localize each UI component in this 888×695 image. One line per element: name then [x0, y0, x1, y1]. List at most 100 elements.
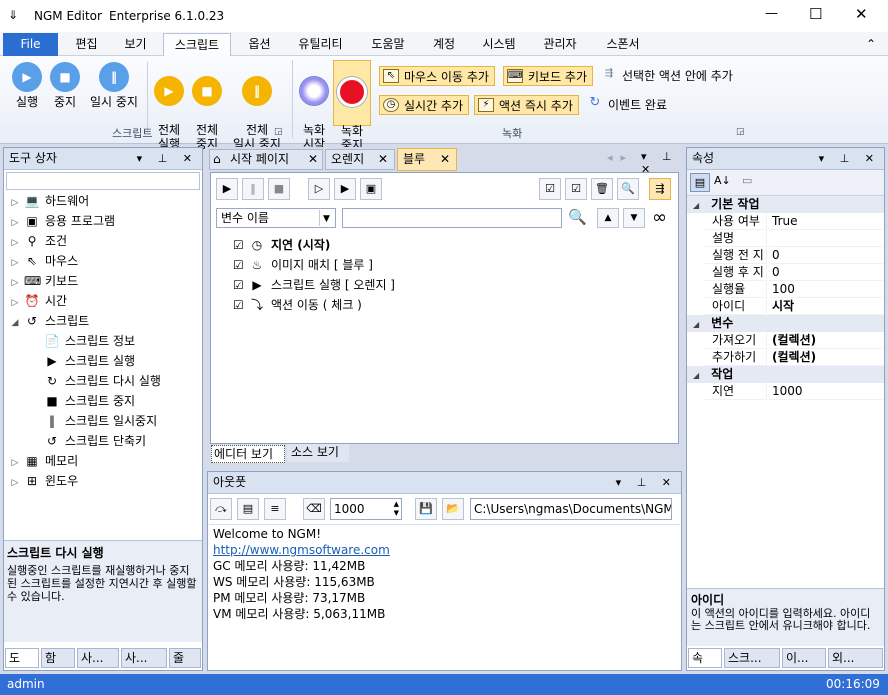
- pause-button[interactable]: ‖ 일시 중지: [84, 62, 144, 109]
- expander-icon[interactable]: ▷: [10, 193, 20, 213]
- property-value[interactable]: [769, 230, 883, 247]
- delete-icon[interactable]: 🗑: [591, 178, 613, 200]
- search-icon[interactable]: 🔍: [617, 178, 639, 200]
- tree-view-icon[interactable]: ⇶: [649, 178, 671, 200]
- add-action-now-button[interactable]: ⚡ 액션 즉시 추가: [474, 95, 579, 115]
- expander-icon[interactable]: ▷: [10, 273, 20, 293]
- collapse-icon[interactable]: ◢: [693, 371, 699, 380]
- toolbox-item[interactable]: ▷ 💻 하드웨어: [10, 191, 90, 213]
- menu-tab-admin[interactable]: 관리자: [534, 33, 586, 56]
- bottom-tab-line[interactable]: 줄: [169, 648, 201, 668]
- toolbox-item[interactable]: ▷ ▣ 응용 프로그램: [10, 211, 116, 233]
- tab-orange[interactable]: 오렌지 ✕: [325, 149, 395, 170]
- sort-alpha-icon[interactable]: A↓: [714, 174, 731, 187]
- loop-icon[interactable]: ∞: [652, 207, 667, 228]
- stop-button[interactable]: ■ 중지: [46, 62, 84, 109]
- maximize-button[interactable]: ☐: [809, 5, 822, 23]
- action-checkbox[interactable]: ☑: [233, 235, 247, 255]
- bottom-tab-user[interactable]: 사...: [77, 648, 119, 668]
- toolbox-item[interactable]: ▷ ▦ 메모리: [10, 451, 79, 473]
- toolbox-item[interactable]: ‖ 스크립트 일시중지: [44, 411, 157, 431]
- bottom-tab-user-function[interactable]: 사...: [121, 648, 167, 668]
- action-item[interactable]: ☑ ▶ 스크립트 실행 [ 오렌지 ]: [233, 275, 395, 295]
- tab-blue[interactable]: 블루 ✕: [397, 148, 457, 171]
- menu-tab-edit[interactable]: 편집: [64, 33, 109, 56]
- bottom-tab-script[interactable]: 스크...: [724, 648, 780, 668]
- stop-icon[interactable]: ■: [268, 178, 290, 200]
- bottom-tab-image[interactable]: 이...: [782, 648, 826, 668]
- run-button[interactable]: ▶ 실행: [8, 62, 46, 109]
- variable-select[interactable]: 변수 이름 ▼: [216, 208, 336, 228]
- stop-all-button[interactable]: ■ 전체 중지: [188, 62, 226, 151]
- bottom-tab-toolbox[interactable]: 도: [5, 648, 39, 668]
- property-pages-icon[interactable]: ▭: [742, 174, 752, 187]
- property-value[interactable]: 0: [769, 264, 883, 281]
- close-button[interactable]: ✕: [855, 5, 868, 23]
- log-path-field[interactable]: C:\Users\ngmas\Documents\NGM6\: [470, 498, 672, 520]
- record-stop-button[interactable]: 녹화 중지: [333, 60, 371, 152]
- save-icon[interactable]: 💾: [415, 498, 437, 520]
- panel-buttons[interactable]: ▾ ⊥ ✕: [819, 148, 880, 169]
- close-tab-icon[interactable]: ✕: [440, 149, 450, 169]
- expander-icon[interactable]: ▷: [10, 233, 20, 253]
- toolbox-item[interactable]: ▷ ⚲ 조건: [10, 231, 68, 253]
- add-realtime-button[interactable]: ◷ 실시간 추가: [379, 95, 470, 115]
- system-menu-icon[interactable]: ⇓: [8, 8, 18, 22]
- tab-source-view[interactable]: 소스 보기: [287, 444, 349, 462]
- property-value[interactable]: (컬렉션): [769, 332, 883, 349]
- property-value[interactable]: 시작: [769, 298, 883, 315]
- menu-tab-script[interactable]: 스크립트: [163, 33, 231, 56]
- run-all-button[interactable]: ▶ 전체 실행: [150, 62, 188, 151]
- delay-stepper[interactable]: 1000 ▲ ▼: [330, 498, 402, 520]
- expander-icon[interactable]: ▷: [10, 213, 20, 233]
- close-tab-icon[interactable]: ✕: [378, 150, 388, 169]
- check-all-icon[interactable]: ☑: [539, 178, 561, 200]
- pause-all-button[interactable]: ‖ 전체 일시 중지: [226, 62, 288, 151]
- toolbox-search-input[interactable]: [6, 172, 200, 190]
- expander-icon[interactable]: ▷: [10, 473, 20, 493]
- add-mouse-move-button[interactable]: ⇖ 마우스 이동 추가: [379, 66, 495, 86]
- bottom-tab-function[interactable]: 함: [41, 648, 75, 668]
- categorized-icon[interactable]: ▤: [690, 173, 710, 192]
- toolbox-item[interactable]: 📄 스크립트 정보: [44, 331, 136, 351]
- menu-tab-system[interactable]: 시스템: [474, 33, 524, 56]
- minimize-button[interactable]: —: [765, 6, 778, 21]
- property-value[interactable]: True: [769, 213, 883, 230]
- play-icon[interactable]: ▶: [216, 178, 238, 200]
- action-item[interactable]: ☑ ♨ 이미지 매치 [ 블루 ]: [233, 255, 373, 275]
- toolbox-item[interactable]: ▷ ⇖ 마우스: [10, 251, 79, 273]
- panel-buttons[interactable]: ▾ ⊥ ✕: [137, 148, 198, 169]
- panel-buttons[interactable]: ▾ ⊥ ✕: [616, 472, 677, 493]
- property-value[interactable]: 100: [769, 281, 883, 298]
- toolbox-item[interactable]: ↺ 스크립트 단축키: [44, 431, 146, 451]
- collapse-icon[interactable]: ◢: [693, 201, 699, 210]
- action-checkbox[interactable]: ☑: [233, 255, 247, 275]
- menu-tab-options[interactable]: 옵션: [237, 33, 282, 56]
- editor-search-input[interactable]: [342, 208, 562, 228]
- property-value[interactable]: 1000: [769, 383, 883, 400]
- menu-tab-utility[interactable]: 유틸리티: [288, 33, 353, 56]
- search-icon[interactable]: 🔍: [568, 208, 587, 226]
- property-section[interactable]: ◢ 기본 작업: [687, 196, 884, 213]
- expander-icon[interactable]: ▷: [10, 253, 20, 273]
- collapse-icon[interactable]: ◢: [693, 320, 699, 329]
- file-menu[interactable]: File: [3, 33, 58, 56]
- expander-icon[interactable]: ▷: [10, 453, 20, 473]
- action-item[interactable]: ☑ ⤵ 액션 이동 ( 체크 ): [233, 295, 362, 315]
- action-checkbox[interactable]: ☑: [233, 295, 247, 315]
- expander-icon[interactable]: ▷: [10, 293, 20, 313]
- toolbox-item[interactable]: ▷ ⌨ 키보드: [10, 271, 79, 293]
- move-down-icon[interactable]: ▼: [623, 208, 645, 228]
- action-item[interactable]: ☑ ◷ 지연 (시작): [233, 235, 330, 255]
- step-into-icon[interactable]: ▶: [334, 178, 356, 200]
- toolbox-item[interactable]: ▷ ⊞ 윈도우: [10, 471, 79, 493]
- clear-output-icon[interactable]: ⤼: [210, 498, 232, 520]
- stepper-arrows-icon[interactable]: ▲ ▼: [394, 500, 399, 518]
- event-done-button[interactable]: ↻ 이벤트 완료: [584, 95, 672, 115]
- menu-tab-help[interactable]: 도움말: [362, 33, 414, 56]
- eraser-icon[interactable]: ⌫: [303, 498, 325, 520]
- toolbox-item[interactable]: ▶ 스크립트 실행: [44, 351, 135, 371]
- expander-icon[interactable]: ◢: [10, 313, 20, 333]
- menu-tab-view[interactable]: 보기: [113, 33, 158, 56]
- step-over-icon[interactable]: ▣: [360, 178, 382, 200]
